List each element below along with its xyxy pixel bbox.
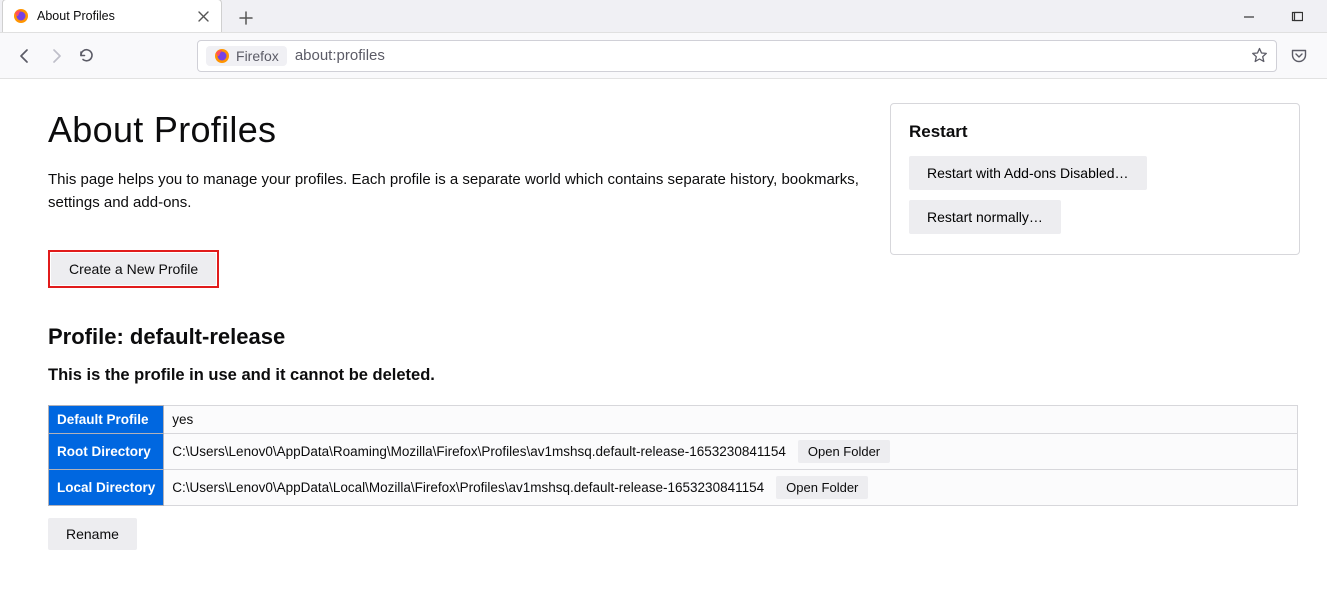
restart-normally-button[interactable]: Restart normally… [909,200,1061,234]
restart-heading: Restart [909,122,1281,142]
identity-label: Firefox [236,48,279,64]
minimize-button[interactable] [1235,3,1263,31]
profile-heading: Profile: default-release [48,324,1327,350]
table-row: Default Profile yes [49,406,1298,434]
rename-button[interactable]: Rename [48,518,137,550]
navigation-toolbar: Firefox about:profiles [0,33,1327,79]
firefox-icon [13,8,29,24]
create-profile-button[interactable]: Create a New Profile [51,253,216,285]
profile-table: Default Profile yes Root Directory C:\Us… [48,405,1298,506]
tab-title: About Profiles [37,9,187,23]
restart-addons-disabled-button[interactable]: Restart with Add-ons Disabled… [909,156,1147,190]
url-text: about:profiles [295,47,1243,64]
highlight-box: Create a New Profile [48,250,219,288]
local-directory-label: Local Directory [49,470,164,506]
table-row: Local Directory C:\Users\Lenov0\AppData\… [49,470,1298,506]
close-tab-icon[interactable] [195,8,211,24]
forward-button[interactable] [43,40,68,72]
bookmark-star-icon[interactable] [1251,47,1268,64]
new-tab-button[interactable] [232,4,260,32]
table-row: Root Directory C:\Users\Lenov0\AppData\R… [49,434,1298,470]
profile-in-use-note: This is the profile in use and it cannot… [48,366,1327,385]
back-button[interactable] [12,40,37,72]
page-content: About Profiles This page helps you to ma… [0,79,1327,550]
firefox-icon [214,48,230,64]
root-directory-label: Root Directory [49,434,164,470]
default-profile-value: yes [164,406,1298,434]
local-directory-value: C:\Users\Lenov0\AppData\Local\Mozilla\Fi… [172,480,764,495]
maximize-button[interactable] [1283,3,1311,31]
restart-panel: Restart Restart with Add-ons Disabled… R… [890,103,1300,255]
open-root-folder-button[interactable]: Open Folder [798,440,890,463]
open-local-folder-button[interactable]: Open Folder [776,476,868,499]
identity-box[interactable]: Firefox [206,46,287,66]
tab-strip: About Profiles [0,0,1327,33]
pocket-icon[interactable] [1283,40,1315,72]
default-profile-label: Default Profile [49,406,164,434]
address-bar[interactable]: Firefox about:profiles [197,40,1277,72]
window-controls [1235,0,1321,33]
page-intro: This page helps you to manage your profi… [48,169,868,214]
root-directory-value: C:\Users\Lenov0\AppData\Roaming\Mozilla\… [172,444,786,459]
browser-tab[interactable]: About Profiles [2,0,222,32]
reload-button[interactable] [74,40,99,72]
